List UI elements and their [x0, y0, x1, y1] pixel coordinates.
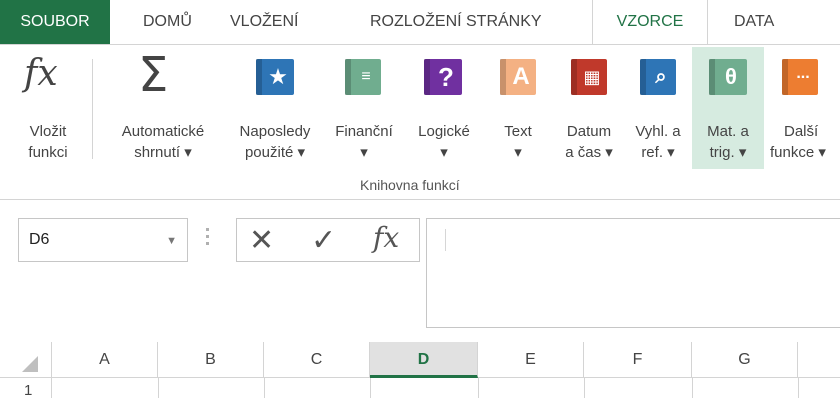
autosum-label-1: Automatické: [121, 123, 205, 140]
tab-file[interactable]: SOUBOR: [0, 0, 110, 44]
autosum-label-2: shrnutí ▾: [134, 144, 192, 161]
cell-border: [478, 378, 479, 398]
formula-buttons: ✕ ✓ fx: [236, 218, 420, 262]
magnifier-book-icon: ⌕: [640, 59, 676, 95]
calendar-book-icon: ▦: [571, 59, 607, 95]
select-all-corner[interactable]: [0, 342, 52, 378]
recently-used-label-2: použité ▾: [244, 144, 306, 161]
column-header-f[interactable]: F: [584, 342, 692, 378]
tab-data[interactable]: DATA: [734, 0, 774, 44]
column-header-d[interactable]: D: [370, 342, 478, 378]
more-functions-label-1: Další: [784, 123, 819, 140]
text-functions-button[interactable]: A Text ▾: [490, 47, 546, 169]
column-header-e[interactable]: E: [478, 342, 584, 378]
text-functions-label-1: Text: [504, 123, 532, 140]
formula-bar-grip-icon[interactable]: [206, 228, 210, 252]
enter-check-icon[interactable]: ✓: [311, 223, 336, 258]
ribbon-formulas: fx Vložit funkci Σ Automatické shrnutí ▾…: [0, 44, 840, 200]
cell-border: [264, 378, 265, 398]
fx-icon: fx: [24, 53, 58, 94]
more-book-icon: ...: [782, 59, 818, 95]
text-functions-label-2: ▾: [514, 144, 522, 161]
math-trig-button[interactable]: θ Mat. a trig. ▾: [692, 47, 764, 169]
cell-border: [370, 378, 371, 398]
autosum-button[interactable]: Σ Automatické shrnutí ▾: [100, 47, 226, 169]
recently-used-button[interactable]: ★ Naposledy použité ▾: [226, 47, 324, 169]
question-book-icon: ?: [424, 59, 462, 95]
date-time-label-2: a čas ▾: [565, 144, 613, 161]
tab-home[interactable]: DOMŮ: [143, 0, 192, 44]
recently-used-label-1: Naposledy: [239, 123, 311, 140]
logical-label-1: Logické: [418, 123, 470, 140]
logical-label-2: ▾: [440, 144, 448, 161]
lookup-reference-label-2: ref. ▾: [641, 144, 675, 161]
column-header-row: A B C D E F G: [0, 342, 840, 378]
name-box-value: D6: [29, 231, 50, 248]
theta-book-icon: θ: [709, 59, 747, 95]
formula-bar-area: D6 ▼ ✕ ✓ fx: [0, 200, 840, 338]
coins-book-icon: ≡: [345, 59, 381, 95]
insert-function-button[interactable]: fx Vložit funkci: [12, 47, 84, 169]
ribbon-separator: [92, 59, 93, 159]
date-time-label-1: Datum: [566, 123, 612, 140]
column-header-a[interactable]: A: [52, 342, 158, 378]
column-header-g[interactable]: G: [692, 342, 798, 378]
cell-border: [692, 378, 693, 398]
cancel-icon[interactable]: ✕: [249, 223, 274, 258]
text-caret: [445, 229, 446, 251]
formula-input[interactable]: [426, 218, 840, 328]
lookup-reference-button[interactable]: ⌕ Vyhl. a ref. ▾: [624, 47, 692, 169]
ribbon-tab-bar: SOUBOR DOMŮ VLOŽENÍ ROZLOŽENÍ STRÁNKY VZ…: [0, 0, 840, 45]
cell-border: [584, 378, 585, 398]
tab-formulas[interactable]: VZORCE: [592, 0, 708, 45]
tab-page-layout[interactable]: ROZLOŽENÍ STRÁNKY: [370, 0, 542, 44]
insert-function-label-1: Vložit: [29, 123, 67, 140]
more-functions-label-2: funkce ▾: [770, 144, 826, 161]
function-library-group-label: Knihovna funkcí: [360, 177, 460, 193]
date-time-button[interactable]: ▦ Datum a čas ▾: [556, 47, 622, 169]
text-book-icon: A: [500, 59, 536, 95]
financial-label-1: Finanční: [335, 123, 393, 140]
tab-insert[interactable]: VLOŽENÍ: [230, 0, 298, 44]
name-box[interactable]: D6 ▼: [18, 218, 188, 262]
math-trig-label-1: Mat. a: [707, 123, 749, 140]
cell-border: [158, 378, 159, 398]
column-header-b[interactable]: B: [158, 342, 264, 378]
row-header-1[interactable]: 1: [0, 378, 52, 398]
financial-button[interactable]: ≡ Finanční ▾: [324, 47, 404, 169]
lookup-reference-label-1: Vyhl. a: [635, 123, 681, 140]
sigma-icon: Σ: [138, 47, 169, 103]
chevron-down-icon[interactable]: ▼: [166, 235, 177, 247]
cell-border: [798, 378, 799, 398]
more-functions-button[interactable]: ... Další funkce ▾: [768, 47, 840, 169]
financial-label-2: ▾: [360, 144, 368, 161]
insert-function-fx-icon[interactable]: fx: [373, 221, 399, 254]
logical-button[interactable]: ? Logické ▾: [406, 47, 482, 169]
column-header-c[interactable]: C: [264, 342, 370, 378]
star-book-icon: ★: [256, 59, 294, 95]
math-trig-label-2: trig. ▾: [709, 144, 747, 161]
insert-function-label-2: funkci: [28, 144, 68, 161]
